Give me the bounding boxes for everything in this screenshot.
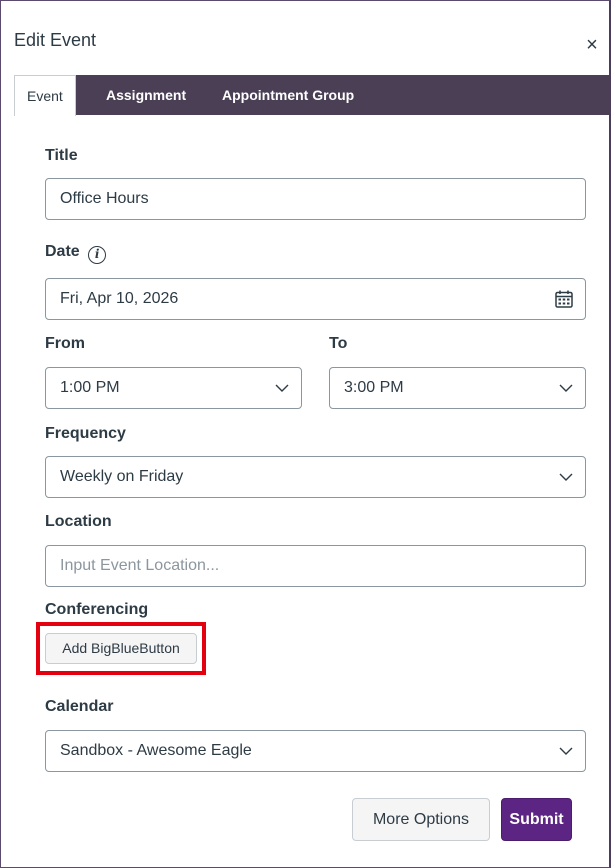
to-time-value: 3:00 PM: [344, 379, 404, 396]
calendar-icon[interactable]: [554, 289, 574, 309]
title-label: Title: [45, 147, 78, 164]
frequency-select[interactable]: Weekly on Friday: [45, 456, 586, 498]
from-time-value: 1:00 PM: [60, 379, 120, 396]
frequency-label: Frequency: [45, 425, 126, 442]
frequency-value: Weekly on Friday: [60, 468, 184, 485]
to-time-select[interactable]: 3:00 PM: [329, 367, 586, 409]
chevron-down-icon: [275, 384, 289, 392]
tab-event[interactable]: Event: [14, 75, 76, 116]
submit-button[interactable]: Submit: [501, 798, 572, 841]
calendar-label: Calendar: [45, 698, 114, 715]
to-label: To: [329, 335, 348, 352]
from-label: From: [45, 335, 85, 352]
date-value: Fri, Apr 10, 2026: [60, 290, 179, 307]
date-label: Date i: [45, 243, 107, 264]
date-input[interactable]: Fri, Apr 10, 2026: [45, 278, 586, 320]
edit-event-dialog: Edit Event × Event Assignment Appointmen…: [0, 0, 611, 868]
tab-appointment-group[interactable]: Appointment Group: [222, 75, 354, 115]
close-button[interactable]: ×: [581, 34, 603, 56]
more-options-button[interactable]: More Options: [352, 798, 490, 841]
chevron-down-icon: [559, 473, 573, 481]
tab-bar: Event Assignment Appointment Group: [14, 75, 610, 116]
chevron-down-icon: [559, 747, 573, 755]
info-icon[interactable]: i: [88, 246, 107, 264]
from-time-select[interactable]: 1:00 PM: [45, 367, 302, 409]
date-label-text: Date: [45, 243, 80, 260]
dialog-header: Edit Event ×: [1, 1, 609, 75]
calendar-select[interactable]: Sandbox - Awesome Eagle: [45, 730, 586, 772]
dialog-title: Edit Event: [14, 30, 97, 50]
add-bigbluebutton-button[interactable]: Add BigBlueButton: [45, 633, 197, 664]
location-label: Location: [45, 513, 112, 530]
conferencing-label: Conferencing: [45, 601, 149, 618]
chevron-down-icon: [559, 384, 573, 392]
tab-assignment[interactable]: Assignment: [106, 75, 186, 115]
location-input[interactable]: [45, 545, 586, 587]
calendar-value: Sandbox - Awesome Eagle: [60, 742, 252, 759]
title-input[interactable]: [45, 178, 586, 220]
